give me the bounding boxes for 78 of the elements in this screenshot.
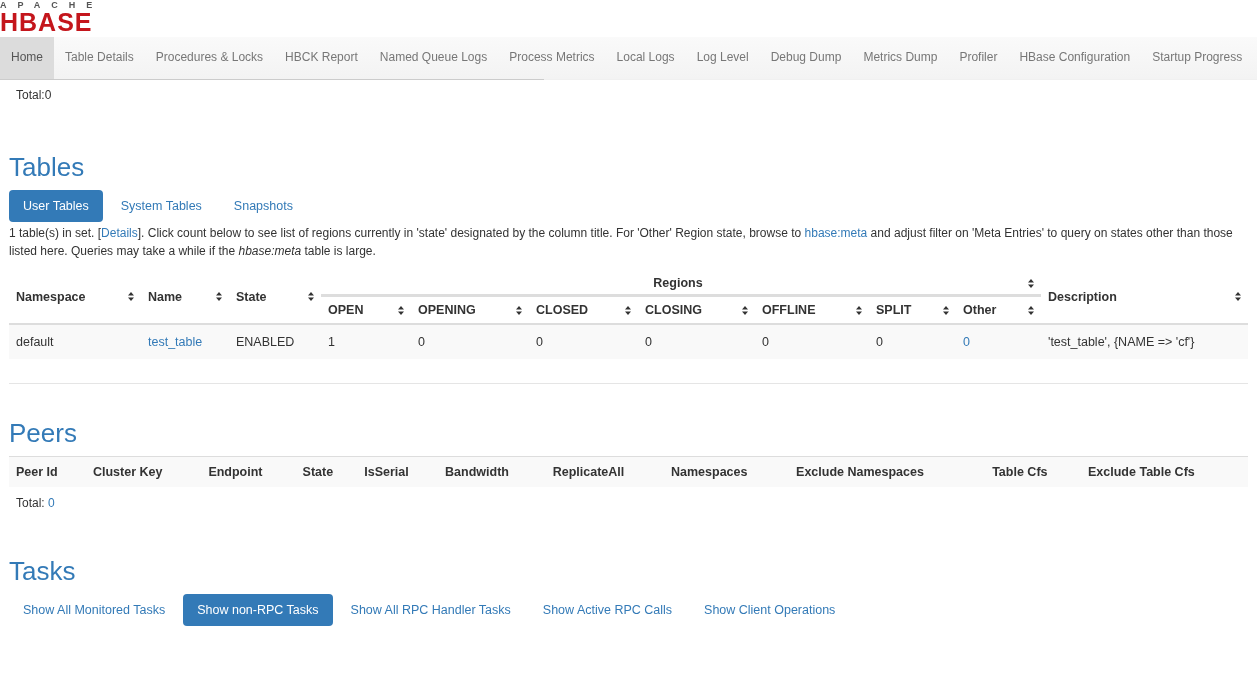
nav-link[interactable]: Named Queue Logs xyxy=(368,37,499,79)
info-link[interactable]: hbase:meta xyxy=(804,226,868,240)
column-header: Endpoint xyxy=(208,465,263,479)
logo-title: HBASE xyxy=(0,10,93,34)
tab[interactable]: Show All Monitored Tasks xyxy=(9,594,180,626)
nav-link[interactable]: Debug Dump xyxy=(759,37,853,79)
tab[interactable]: Show All RPC Handler Tasks xyxy=(336,594,525,626)
column-header: State xyxy=(236,289,267,304)
total-label: Total: xyxy=(16,496,45,510)
nav-link[interactable]: Procedures & Locks xyxy=(144,37,275,79)
column-header: Cluster Key xyxy=(92,465,163,479)
table-cell: ENABLED xyxy=(236,335,295,349)
column-header: Peer Id xyxy=(16,465,58,479)
total-link[interactable]: 0 xyxy=(48,496,55,510)
sort-icon[interactable] xyxy=(856,305,862,315)
table-cell: 0 xyxy=(645,335,652,349)
sort-icon[interactable] xyxy=(742,305,748,315)
nav-link[interactable]: HBCK Report xyxy=(274,37,369,79)
nav-link[interactable]: Table Details xyxy=(54,37,145,79)
column-header: Namespaces xyxy=(671,465,748,479)
sort-icon[interactable] xyxy=(1028,305,1034,315)
column-header: Exclude Namespaces xyxy=(796,465,924,479)
sort-icon[interactable] xyxy=(625,305,631,315)
sort-icon[interactable] xyxy=(1028,278,1034,288)
sort-icon[interactable] xyxy=(1235,292,1241,301)
tab[interactable]: System Tables xyxy=(106,190,216,222)
column-header: Table Cfs xyxy=(992,465,1048,479)
nav-link[interactable]: HBase Configuration xyxy=(1008,37,1142,79)
column-header: CLOSING xyxy=(645,303,702,317)
nav-link[interactable]: Metrics Dump xyxy=(852,37,949,79)
info-text: 1 table(s) in set. [Details]. Click count below to see list of regions currently in 'state' designated by the column title. For 'Other' Region state, browse to hbase:meta and adjust filter on 'Meta Entries' to query on states other than those listed here. Queries may take a while if the hbase:meta table is large. xyxy=(9,225,1234,260)
column-header: State xyxy=(302,465,334,479)
table-cell: 'test_table', {NAME => 'cf'} xyxy=(1048,335,1195,349)
total-text: Total:0 xyxy=(16,88,52,102)
table-cell: 0 xyxy=(876,335,883,349)
column-header: OPENING xyxy=(418,303,476,317)
sort-icon[interactable] xyxy=(398,305,404,315)
table-cell: 0 xyxy=(536,335,543,349)
table-cell: 0 xyxy=(418,335,425,349)
nav-link[interactable]: Profiler xyxy=(948,37,1009,79)
nav-link[interactable]: Startup Progress xyxy=(1141,37,1254,79)
nav-link[interactable]: Process Metrics xyxy=(498,37,606,79)
sort-icon[interactable] xyxy=(216,292,222,301)
nav-link[interactable]: Local Logs xyxy=(605,37,686,79)
column-header: Bandwidth xyxy=(445,465,509,479)
column-group-header: Regions xyxy=(652,276,704,290)
sort-icon[interactable] xyxy=(128,292,134,301)
sort-icon[interactable] xyxy=(308,292,314,301)
table-cell: default xyxy=(16,335,54,349)
section-heading: Tasks xyxy=(8,556,77,586)
column-header: Other xyxy=(963,303,997,317)
tab[interactable]: Show non-RPC Tasks xyxy=(183,594,333,626)
sort-icon[interactable] xyxy=(516,305,522,315)
tab[interactable]: User Tables xyxy=(9,190,103,222)
info-link[interactable]: Details xyxy=(101,226,138,240)
section-heading: Tables xyxy=(8,152,86,182)
column-header: Exclude Table Cfs xyxy=(1088,465,1195,479)
column-header: Namespace xyxy=(16,289,86,304)
sort-icon[interactable] xyxy=(943,305,949,315)
logo[interactable]: APACHE HBASE xyxy=(0,0,1257,37)
column-header: OPEN xyxy=(328,303,364,317)
table-cell: 1 xyxy=(328,335,335,349)
column-header: Name xyxy=(148,289,183,304)
tab[interactable]: Snapshots xyxy=(219,190,307,222)
column-header: IsSerial xyxy=(364,465,409,479)
column-header: Description xyxy=(1048,289,1117,304)
tab[interactable]: Show Active RPC Calls xyxy=(528,594,687,626)
tab[interactable]: Show Client Operations xyxy=(690,594,850,626)
logo-subtitle: APACHE xyxy=(0,0,104,10)
table-link[interactable]: 0 xyxy=(963,335,970,349)
column-header: SPLIT xyxy=(876,303,912,317)
nav-link[interactable]: Log Level xyxy=(685,37,760,79)
column-header: OFFLINE xyxy=(762,303,816,317)
section-heading: Peers xyxy=(8,418,78,448)
column-header: CLOSED xyxy=(536,303,589,317)
nav-link[interactable]: Home xyxy=(0,37,54,79)
column-header: ReplicateAll xyxy=(552,465,625,479)
table-cell: 0 xyxy=(762,335,769,349)
